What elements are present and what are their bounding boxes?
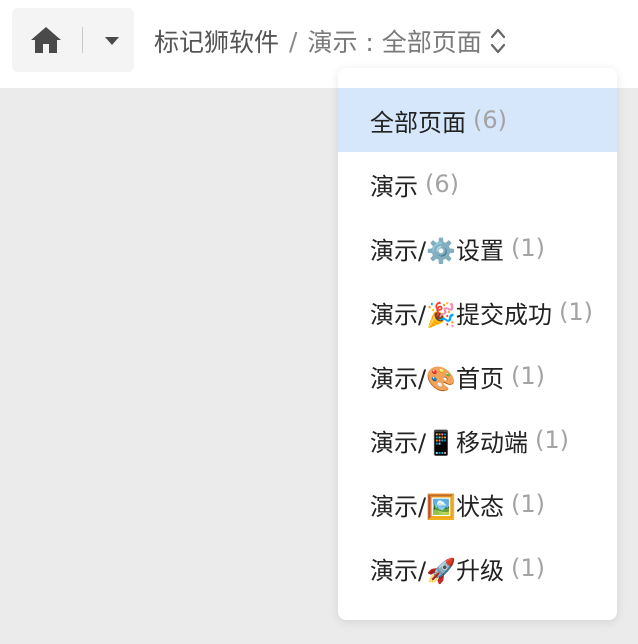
dropdown-item-all-pages[interactable]: 全部页面 (6)	[338, 88, 617, 152]
caret-down-icon	[104, 31, 120, 50]
item-count: (6)	[425, 170, 459, 198]
dropdown-item-upgrade[interactable]: 演示/🚀升级 (1)	[338, 536, 617, 600]
home-button[interactable]	[12, 8, 80, 72]
sort-updown-icon	[490, 26, 506, 56]
dropdown-item-status[interactable]: 演示/🖼️状态 (1)	[338, 472, 617, 536]
item-label: 演示/🎉提交成功	[370, 300, 552, 329]
item-count: (1)	[510, 490, 545, 518]
item-count: (1)	[510, 362, 545, 390]
item-label: 演示/🚀升级	[370, 556, 504, 585]
item-count: (1)	[510, 554, 545, 582]
page-group-selector[interactable]: 演示 : 全部页面	[307, 23, 505, 59]
item-label: 演示/📱移动端	[370, 428, 528, 457]
divider	[82, 27, 83, 53]
breadcrumb-current: 演示 : 全部页面	[307, 28, 482, 57]
item-count: (1)	[558, 298, 593, 326]
home-dropdown-button[interactable]	[90, 8, 134, 72]
dropdown-item-demo[interactable]: 演示 (6)	[338, 152, 617, 216]
home-icon	[30, 25, 62, 55]
home-button-group	[12, 8, 134, 72]
item-label: 演示/🖼️状态	[370, 492, 504, 521]
item-label: 演示/⚙️设置	[370, 236, 504, 265]
item-count: (6)	[473, 106, 507, 134]
item-count: (1)	[534, 426, 569, 454]
dropdown-list: 全部页面 (6) 演示 (6) 演示/⚙️设置 (1) 演示/🎉提交成功 (1)…	[338, 68, 617, 600]
dropdown-item-settings[interactable]: 演示/⚙️设置 (1)	[338, 216, 617, 280]
dropdown-item-mobile[interactable]: 演示/📱移动端 (1)	[338, 408, 617, 472]
item-label: 演示/🎨首页	[370, 364, 504, 393]
dropdown-item-home[interactable]: 演示/🎨首页 (1)	[338, 344, 617, 408]
item-count: (1)	[510, 234, 545, 262]
item-label: 演示	[370, 172, 418, 201]
dropdown-item-submit-success[interactable]: 演示/🎉提交成功 (1)	[338, 280, 617, 344]
page-group-dropdown: 全部页面 (6) 演示 (6) 演示/⚙️设置 (1) 演示/🎉提交成功 (1)…	[338, 68, 617, 620]
breadcrumb-app-name[interactable]: 标记狮软件	[154, 23, 279, 59]
item-label: 全部页面	[370, 108, 466, 137]
breadcrumb-separator: /	[289, 26, 298, 56]
